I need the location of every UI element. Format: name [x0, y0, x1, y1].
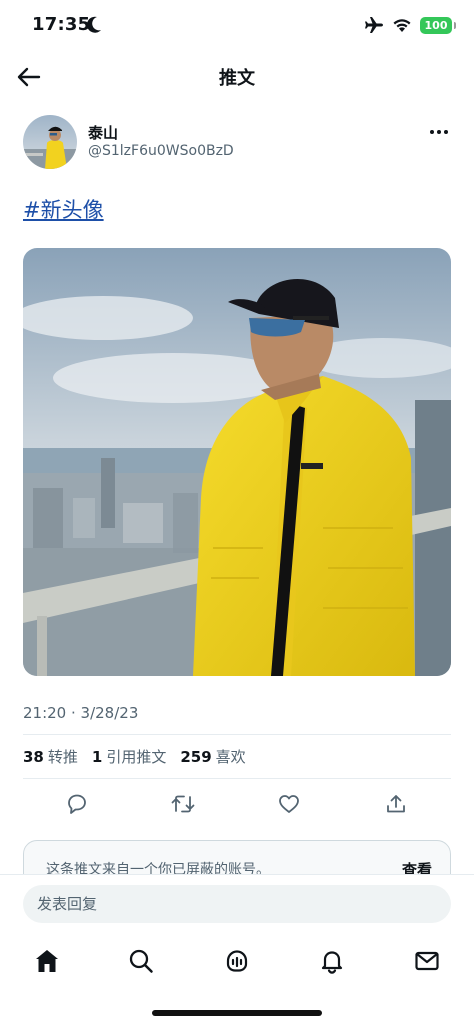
reply-input[interactable]: 发表回复	[23, 885, 451, 923]
tweet-timestamp[interactable]: 21:20 · 3/28/23	[23, 704, 138, 722]
retweets-count: 38	[23, 748, 44, 766]
battery-icon: 100	[420, 16, 456, 34]
home-icon	[36, 950, 58, 972]
dot	[430, 130, 434, 134]
tab-notifications[interactable]	[315, 944, 349, 978]
retweets-label: 转推	[47, 748, 78, 766]
moon-icon	[86, 16, 101, 33]
status-bar: 17:35 100	[0, 0, 474, 52]
tweet-photo[interactable]	[23, 248, 451, 676]
more-horizontal-icon[interactable]	[426, 122, 452, 142]
likes-label: 喜欢	[215, 748, 246, 766]
tab-home[interactable]	[30, 944, 64, 978]
reply-bar: 发表回复	[0, 874, 474, 936]
quotes-count: 1	[91, 748, 103, 766]
likes-count: 259	[180, 748, 212, 766]
tweet-stats: 38 转推 1 引用推文 259 喜欢	[23, 746, 246, 767]
tab-bar	[0, 936, 474, 996]
author-name[interactable]: 泰山	[88, 122, 118, 143]
avatar[interactable]	[23, 115, 77, 169]
retweet-icon	[171, 795, 195, 813]
dot	[444, 130, 448, 134]
spaces-icon	[226, 950, 248, 972]
status-time: 17:35	[32, 14, 91, 35]
status-icons: 100	[364, 16, 456, 34]
airplane-icon	[365, 17, 383, 33]
page-title: 推文	[219, 68, 255, 89]
tab-messages[interactable]	[410, 944, 444, 978]
dot	[437, 130, 441, 134]
hashtag-link[interactable]: #新头像	[23, 194, 104, 224]
tweet-actions	[0, 788, 474, 820]
photo-illustration	[23, 248, 451, 676]
battery-level: 100	[424, 18, 448, 32]
divider	[23, 778, 451, 779]
quotes-stat[interactable]: 1 引用推文	[92, 746, 166, 767]
header: 推文	[0, 52, 474, 100]
retweets-stat[interactable]: 38 转推	[23, 746, 78, 767]
search-icon	[129, 949, 153, 973]
messages-icon	[415, 951, 439, 971]
author-handle: @S1lzF6u0WSo0BzD	[88, 143, 234, 159]
reply-button[interactable]	[63, 790, 91, 818]
retweet-button[interactable]	[169, 790, 197, 818]
avatar-image	[23, 115, 77, 169]
share-icon	[387, 795, 405, 813]
divider	[23, 734, 451, 735]
share-button[interactable]	[382, 790, 410, 818]
notifications-icon	[321, 951, 343, 974]
likes-stat[interactable]: 259 喜欢	[180, 746, 245, 767]
like-icon	[279, 795, 299, 813]
reply-icon	[68, 794, 86, 814]
quotes-label: 引用推文	[106, 748, 167, 766]
home-indicator	[152, 1010, 322, 1016]
wifi-icon	[393, 19, 411, 32]
tab-spaces[interactable]	[220, 944, 254, 978]
like-button[interactable]	[275, 790, 303, 818]
tweet-author: 泰山 @S1lzF6u0WSo0BzD	[0, 112, 474, 176]
tab-search[interactable]	[124, 944, 158, 978]
